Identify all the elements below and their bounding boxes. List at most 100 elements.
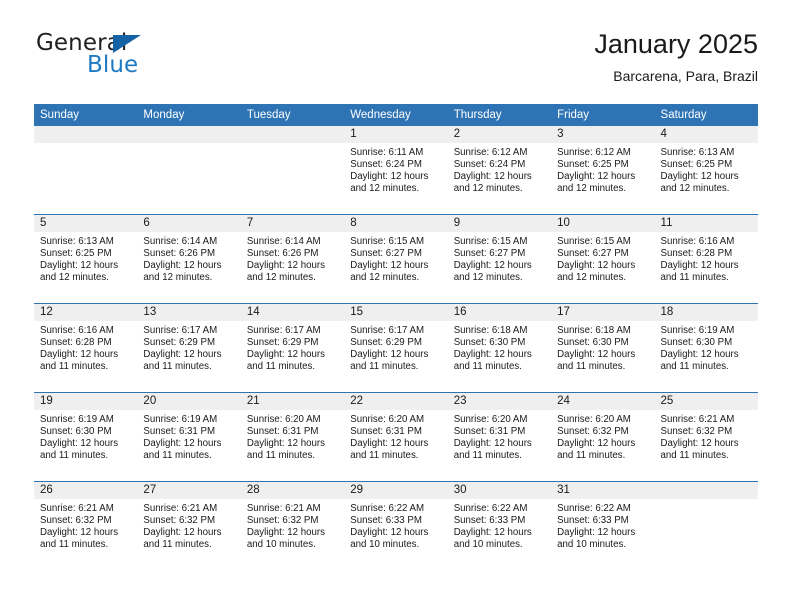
calendar-day-cell[interactable]: 30 Sunrise: 6:22 AM Sunset: 6:33 PM Dayligh… bbox=[447, 481, 552, 570]
day-cell-inner: 7 Sunrise: 6:14 AM Sunset: 6:26 PM Daylight… bbox=[240, 215, 345, 303]
day-details: Sunrise: 6:15 AM Sunset: 6:27 PM Daylight:… bbox=[551, 232, 654, 284]
sunrise-text: Sunrise: 6:14 AM bbox=[143, 236, 218, 247]
day-details: Sunrise: 6:17 AM Sunset: 6:29 PM Daylight:… bbox=[241, 321, 344, 373]
day-number: 13 bbox=[137, 304, 241, 321]
day-number: 14 bbox=[240, 304, 345, 321]
day-details: Sunrise: 6:12 AM Sunset: 6:24 PM Daylight:… bbox=[448, 143, 551, 195]
day-number: 16 bbox=[447, 304, 552, 321]
calendar-day-cell[interactable]: 18 Sunrise: 6:19 AM Sunset: 6:30 PM Dayligh… bbox=[654, 303, 758, 393]
day-cell-inner: 3 Sunrise: 6:12 AM Sunset: 6:25 PM Daylight… bbox=[551, 126, 655, 214]
calendar-day-cell[interactable]: 10 Sunrise: 6:15 AM Sunset: 6:27 PM Dayligh… bbox=[551, 214, 655, 304]
calendar-day-cell[interactable]: 9 Sunrise: 6:15 AM Sunset: 6:27 PM Daylight… bbox=[447, 214, 552, 304]
sunset-text: Sunset: 6:32 PM bbox=[143, 515, 216, 527]
daylight-text-cont: and 12 minutes. bbox=[246, 272, 316, 284]
daylight-text-cont: and 12 minutes. bbox=[40, 272, 109, 284]
daylight-text-cont: and 11 minutes. bbox=[350, 450, 419, 462]
calendar-day-cell[interactable]: 31 Sunrise: 6:22 AM Sunset: 6:33 PM Dayligh… bbox=[551, 481, 655, 570]
page-header: General Blue January 2025 Barcarena, Par… bbox=[34, 28, 758, 94]
sunrise-text: Sunrise: 6:21 AM bbox=[246, 503, 321, 514]
calendar-day-cell[interactable]: 25 Sunrise: 6:21 AM Sunset: 6:32 PM Dayligh… bbox=[654, 392, 758, 482]
calendar-day-cell[interactable]: 22 Sunrise: 6:20 AM Sunset: 6:31 PM Dayligh… bbox=[344, 392, 448, 482]
daylight-text: Daylight: 12 hours bbox=[350, 260, 429, 272]
sunset-text: Sunset: 6:29 PM bbox=[350, 337, 422, 349]
day-details: Sunrise: 6:19 AM Sunset: 6:30 PM Daylight:… bbox=[655, 321, 758, 373]
daylight-text-cont: and 11 minutes. bbox=[557, 450, 626, 462]
calendar-day-cell[interactable]: 2 Sunrise: 6:12 AM Sunset: 6:24 PM Daylight… bbox=[447, 126, 552, 215]
column-header-wednesday: Wednesday bbox=[344, 104, 448, 126]
calendar-day-cell[interactable]: 20 Sunrise: 6:19 AM Sunset: 6:31 PM Dayligh… bbox=[137, 392, 241, 482]
calendar-day-cell[interactable]: 7 Sunrise: 6:14 AM Sunset: 6:26 PM Daylight… bbox=[240, 214, 345, 304]
calendar-day-cell[interactable]: 28 Sunrise: 6:21 AM Sunset: 6:32 PM Dayligh… bbox=[240, 481, 345, 570]
day-number: 29 bbox=[344, 482, 448, 499]
daylight-text: Daylight: 12 hours bbox=[143, 438, 222, 450]
day-number: 9 bbox=[447, 215, 552, 232]
day-cell-inner: 25 Sunrise: 6:21 AM Sunset: 6:32 PM Dayligh… bbox=[654, 393, 758, 481]
calendar-day-cell[interactable]: 24 Sunrise: 6:20 AM Sunset: 6:32 PM Dayligh… bbox=[551, 392, 655, 482]
calendar-day-cell[interactable]: 4 Sunrise: 6:13 AM Sunset: 6:25 PM Daylight… bbox=[654, 126, 758, 215]
day-details: Sunrise: 6:16 AM Sunset: 6:28 PM Daylight:… bbox=[655, 232, 758, 284]
day-cell-inner bbox=[34, 126, 138, 214]
calendar-day-cell[interactable]: 15 Sunrise: 6:17 AM Sunset: 6:29 PM Dayligh… bbox=[344, 303, 448, 393]
sunrise-text: Sunrise: 6:21 AM bbox=[40, 503, 114, 514]
sunset-text: Sunset: 6:30 PM bbox=[453, 337, 526, 349]
calendar-day-cell[interactable]: 23 Sunrise: 6:20 AM Sunset: 6:31 PM Dayligh… bbox=[447, 392, 552, 482]
day-cell-inner: 1 Sunrise: 6:11 AM Sunset: 6:24 PM Daylight… bbox=[344, 126, 448, 214]
sunrise-text: Sunrise: 6:12 AM bbox=[453, 147, 528, 158]
day-details: Sunrise: 6:21 AM Sunset: 6:32 PM Daylight:… bbox=[655, 410, 758, 462]
day-number: 8 bbox=[344, 215, 448, 232]
day-details: Sunrise: 6:21 AM Sunset: 6:32 PM Daylight:… bbox=[241, 499, 344, 551]
calendar-day-cell[interactable]: 21 Sunrise: 6:20 AM Sunset: 6:31 PM Dayligh… bbox=[240, 392, 345, 482]
day-cell-inner bbox=[240, 126, 345, 214]
sunset-text: Sunset: 6:26 PM bbox=[246, 248, 319, 260]
day-details: Sunrise: 6:22 AM Sunset: 6:33 PM Daylight:… bbox=[551, 499, 654, 551]
day-details: Sunrise: 6:18 AM Sunset: 6:30 PM Daylight:… bbox=[551, 321, 654, 373]
sunset-text: Sunset: 6:31 PM bbox=[246, 426, 319, 438]
calendar-day-cell[interactable]: 8 Sunrise: 6:15 AM Sunset: 6:27 PM Daylight… bbox=[344, 214, 448, 304]
sunrise-text: Sunrise: 6:22 AM bbox=[557, 503, 631, 514]
calendar-day-cell[interactable]: 16 Sunrise: 6:18 AM Sunset: 6:30 PM Dayligh… bbox=[447, 303, 552, 393]
day-number bbox=[137, 126, 241, 143]
day-number: 1 bbox=[344, 126, 448, 143]
day-cell-inner: 4 Sunrise: 6:13 AM Sunset: 6:25 PM Daylight… bbox=[654, 126, 758, 214]
calendar-day-cell[interactable]: 5 Sunrise: 6:13 AM Sunset: 6:25 PM Daylight… bbox=[34, 214, 138, 304]
calendar-day-cell[interactable]: 13 Sunrise: 6:17 AM Sunset: 6:29 PM Dayligh… bbox=[137, 303, 241, 393]
day-details bbox=[137, 143, 240, 147]
calendar-day-cell[interactable]: 6 Sunrise: 6:14 AM Sunset: 6:26 PM Daylight… bbox=[137, 214, 241, 304]
calendar-day-cell[interactable]: 1 Sunrise: 6:11 AM Sunset: 6:24 PM Daylight… bbox=[344, 126, 448, 215]
calendar-week-row: 5 Sunrise: 6:13 AM Sunset: 6:25 PM Daylight… bbox=[34, 214, 758, 304]
daylight-text-cont: and 11 minutes. bbox=[40, 361, 109, 373]
column-header-friday: Friday bbox=[551, 104, 655, 126]
calendar-day-cell[interactable]: 29 Sunrise: 6:22 AM Sunset: 6:33 PM Dayligh… bbox=[344, 481, 448, 570]
daylight-text: Daylight: 12 hours bbox=[557, 171, 636, 183]
day-details: Sunrise: 6:22 AM Sunset: 6:33 PM Daylight:… bbox=[344, 499, 447, 551]
sunrise-text: Sunrise: 6:22 AM bbox=[350, 503, 425, 514]
day-cell-inner: 28 Sunrise: 6:21 AM Sunset: 6:32 PM Dayligh… bbox=[240, 482, 345, 570]
day-details: Sunrise: 6:19 AM Sunset: 6:31 PM Daylight:… bbox=[137, 410, 240, 462]
day-cell-inner: 12 Sunrise: 6:16 AM Sunset: 6:28 PM Dayligh… bbox=[34, 304, 138, 392]
calendar-day-cell[interactable]: 14 Sunrise: 6:17 AM Sunset: 6:29 PM Dayligh… bbox=[240, 303, 345, 393]
day-details: Sunrise: 6:13 AM Sunset: 6:25 PM Daylight:… bbox=[655, 143, 758, 195]
day-cell-inner: 27 Sunrise: 6:21 AM Sunset: 6:32 PM Dayligh… bbox=[137, 482, 241, 570]
day-cell-inner: 2 Sunrise: 6:12 AM Sunset: 6:24 PM Daylight… bbox=[447, 126, 552, 214]
calendar-day-cell[interactable]: 27 Sunrise: 6:21 AM Sunset: 6:32 PM Dayligh… bbox=[137, 481, 241, 570]
daylight-text: Daylight: 12 hours bbox=[246, 349, 325, 361]
sunrise-text: Sunrise: 6:12 AM bbox=[557, 147, 631, 158]
daylight-text-cont: and 10 minutes. bbox=[453, 539, 523, 551]
day-details: Sunrise: 6:20 AM Sunset: 6:31 PM Daylight:… bbox=[344, 410, 447, 462]
calendar-week-row: 1 Sunrise: 6:11 AM Sunset: 6:24 PM Daylight… bbox=[34, 126, 758, 215]
calendar-day-cell[interactable]: 3 Sunrise: 6:12 AM Sunset: 6:25 PM Daylight… bbox=[551, 126, 655, 215]
brand-logo[interactable]: General Blue bbox=[34, 28, 264, 86]
day-number: 31 bbox=[551, 482, 655, 499]
calendar-day-cell[interactable]: 17 Sunrise: 6:18 AM Sunset: 6:30 PM Dayligh… bbox=[551, 303, 655, 393]
daylight-text: Daylight: 12 hours bbox=[143, 349, 222, 361]
calendar-day-cell[interactable]: 11 Sunrise: 6:16 AM Sunset: 6:28 PM Dayligh… bbox=[654, 214, 758, 304]
calendar-day-cell[interactable]: 26 Sunrise: 6:21 AM Sunset: 6:32 PM Dayligh… bbox=[34, 481, 138, 570]
daylight-text: Daylight: 12 hours bbox=[40, 349, 119, 361]
calendar-page: General Blue January 2025 Barcarena, Par… bbox=[0, 0, 792, 612]
calendar-day-cell[interactable]: 12 Sunrise: 6:16 AM Sunset: 6:28 PM Dayligh… bbox=[34, 303, 138, 393]
calendar-day-cell[interactable]: 19 Sunrise: 6:19 AM Sunset: 6:30 PM Dayligh… bbox=[34, 392, 138, 482]
day-cell-inner: 26 Sunrise: 6:21 AM Sunset: 6:32 PM Dayligh… bbox=[34, 482, 138, 570]
daylight-text: Daylight: 12 hours bbox=[557, 260, 636, 272]
daylight-text-cont: and 11 minutes. bbox=[40, 539, 109, 551]
day-details: Sunrise: 6:17 AM Sunset: 6:29 PM Daylight:… bbox=[137, 321, 240, 373]
